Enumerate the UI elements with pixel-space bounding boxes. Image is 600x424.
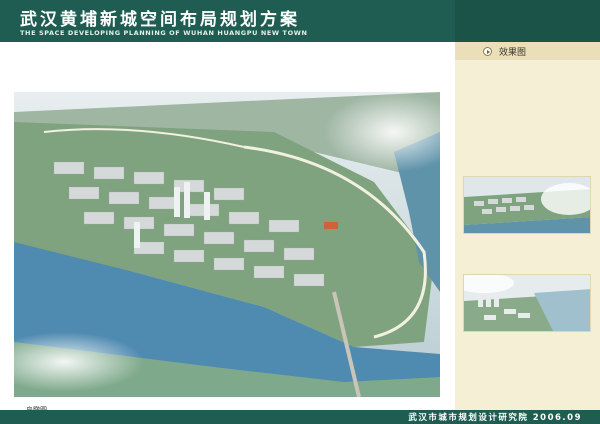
page-subtitle: THE SPACE DEVELOPING PLANNING OF WUHAN H… (20, 29, 308, 37)
footer-bar: 武汉市城市规划设计研究院 2006.09 (0, 410, 600, 424)
aerial-view-image (14, 92, 440, 397)
header-accent (455, 0, 600, 42)
page-title: 武汉黄埔新城空间布局规划方案 (20, 10, 300, 30)
aerial-rendering (14, 92, 440, 397)
rendering-thumbnail-1[interactable] (463, 176, 591, 234)
footer-institute-date: 武汉市城市规划设计研究院 2006.09 (408, 413, 582, 423)
rendering-image-2 (464, 275, 590, 331)
rendering-thumbnail-2[interactable] (463, 274, 591, 332)
side-panel: 效果图 (455, 42, 600, 410)
play-bullet-icon (483, 47, 492, 56)
rendering-image-1 (464, 177, 590, 233)
header-bar: 武汉黄埔新城空间布局规划方案 THE SPACE DEVELOPING PLAN… (0, 0, 600, 42)
main-area: 鸟瞰图 (0, 42, 455, 414)
side-panel-header: 效果图 (455, 42, 600, 60)
side-panel-title: 效果图 (499, 48, 527, 58)
